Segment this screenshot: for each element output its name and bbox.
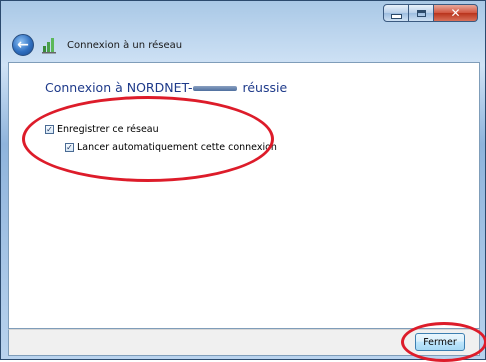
heading-suffix: réussie (242, 80, 288, 95)
close-button[interactable]: Fermer (415, 333, 465, 351)
title-bar[interactable]: ✕ (1, 1, 485, 31)
save-network-checkbox[interactable]: ✓ (45, 125, 54, 134)
minimize-icon (390, 13, 402, 19)
window-controls: ✕ (383, 4, 478, 22)
navigation-bar: ← Connexion à un réseau (1, 31, 485, 63)
redacted-network-name (192, 86, 237, 91)
save-network-option[interactable]: ✓ Enregistrer ce réseau (45, 124, 159, 135)
back-arrow-icon: ← (17, 37, 29, 53)
back-button[interactable]: ← (12, 34, 34, 56)
auto-connect-label: Lancer automatiquement cette connexion (77, 142, 277, 153)
close-icon: ✕ (450, 6, 461, 20)
maximize-icon (416, 9, 426, 17)
content-panel: Connexion à NORDNET-réussie ✓ Enregistre… (8, 62, 480, 329)
save-network-label: Enregistrer ce réseau (57, 124, 159, 135)
close-window-button[interactable]: ✕ (434, 4, 478, 22)
maximize-button[interactable] (409, 4, 434, 22)
page-title: Connexion à NORDNET-réussie (45, 80, 287, 95)
button-bar: Fermer (8, 329, 480, 356)
auto-connect-checkbox[interactable]: ✓ (65, 143, 74, 152)
minimize-button[interactable] (383, 4, 409, 22)
heading-prefix: Connexion à NORDNET- (45, 80, 193, 95)
window-title: Connexion à un réseau (67, 40, 183, 51)
auto-connect-option[interactable]: ✓ Lancer automatiquement cette connexion (65, 142, 277, 153)
dialog-window: ✕ ← Connexion à un réseau Connexion à NO… (0, 0, 486, 360)
network-icon (42, 38, 56, 54)
